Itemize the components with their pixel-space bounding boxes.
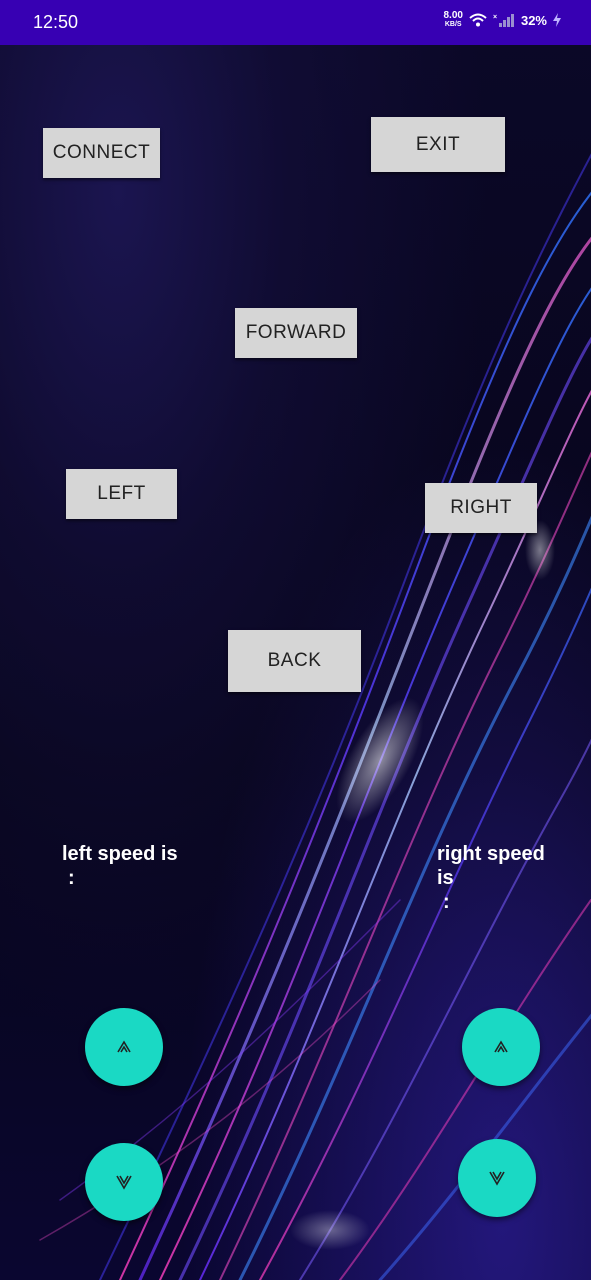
network-speed: 8.00 KB/S — [444, 11, 463, 29]
signal-icon: × — [493, 14, 514, 27]
back-button[interactable]: BACK — [228, 630, 361, 692]
wifi-icon — [469, 13, 487, 27]
right-button[interactable]: RIGHT — [425, 483, 537, 533]
double-chevron-down-icon — [116, 1175, 132, 1190]
left-speed-down-button[interactable] — [85, 1143, 163, 1221]
left-speed-value: : — [68, 867, 75, 889]
right-speed-text: right speed is — [437, 843, 545, 889]
left-speed-label: left speed is : — [62, 842, 202, 890]
battery-percent: 32% — [520, 12, 547, 28]
svg-text:×: × — [493, 14, 497, 21]
exit-button[interactable]: EXIT — [371, 117, 505, 172]
double-chevron-up-icon — [117, 1040, 131, 1053]
left-speed-text: left speed is — [62, 843, 178, 865]
app-screen: 12:50 8.00 KB/S × 32% CONNECT EXIT FORWA… — [0, 0, 591, 1280]
forward-button[interactable]: FORWARD — [235, 308, 357, 358]
right-speed-value: : — [443, 891, 450, 913]
connect-button[interactable]: CONNECT — [43, 128, 160, 178]
left-button[interactable]: LEFT — [66, 469, 177, 519]
double-chevron-up-icon — [494, 1040, 508, 1053]
left-speed-up-button[interactable] — [85, 1008, 163, 1086]
network-speed-unit: KB/S — [444, 21, 462, 28]
status-time: 12:50 — [33, 12, 79, 32]
status-icons: 8.00 KB/S × 32% — [444, 11, 561, 29]
right-speed-up-button[interactable] — [462, 1008, 540, 1086]
network-speed-value: 8.00 — [443, 10, 463, 21]
double-chevron-down-icon — [489, 1171, 505, 1186]
charging-icon — [553, 13, 561, 27]
status-bar: 12:50 8.00 KB/S × 32% — [0, 0, 591, 45]
right-speed-down-button[interactable] — [458, 1139, 536, 1217]
right-speed-label: right speed is : — [437, 842, 567, 914]
